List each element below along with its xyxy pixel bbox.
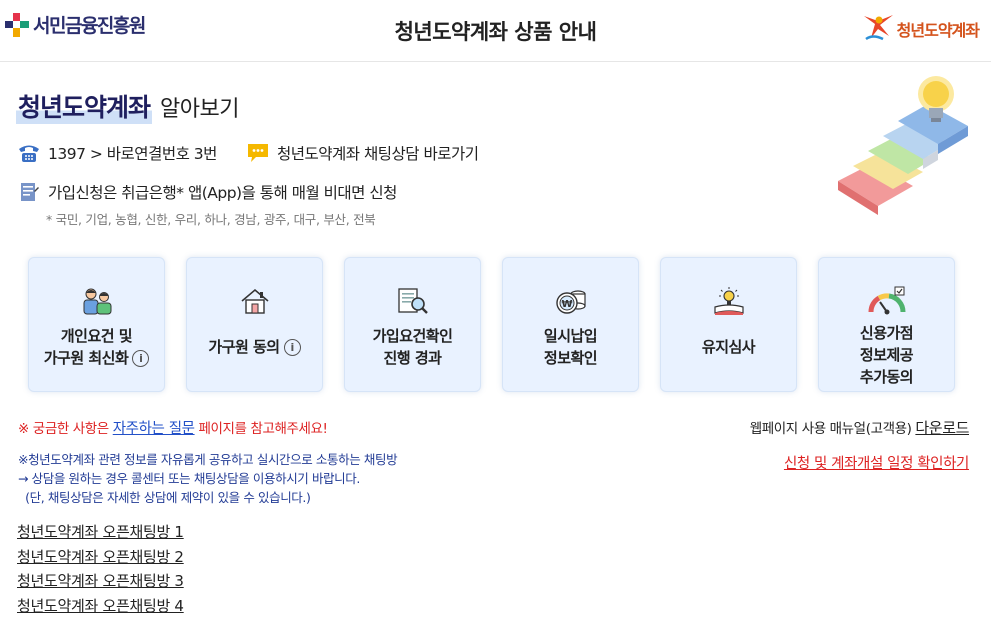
manual-download-link[interactable]: 다운로드 (915, 419, 969, 437)
manual-text: 웹페이지 사용 매뉴얼(고객용) (749, 421, 916, 437)
card-5-line-1: 유지심사 (701, 337, 756, 356)
star-person-icon (861, 12, 895, 46)
service-card-row: 개인요건 및 가구원 최신화 i 가구원 동의 i 가입요건확인 진행 경과 ₩… (28, 257, 955, 392)
open-chat-notice-line-1: ※청년도약계좌 관련 정보를 자유롭게 공유하고 실시간으로 소통하는 채팅방 (18, 452, 398, 467)
card-1-line-1: 개인요건 및 (60, 326, 133, 345)
document-icon (17, 180, 41, 204)
card-4-line-2: 정보확인 (543, 348, 598, 367)
open-chat-link-4[interactable]: 청년도약계좌 오픈채팅방 4 (17, 594, 184, 619)
chat-consult-text: 청년도약계좌 채팅상담 바로가기 (277, 145, 479, 163)
youth-account-logo[interactable]: 청년도약계좌 (861, 12, 980, 46)
intro-heading-strong: 청년도약계좌 (16, 88, 153, 124)
open-chat-link-3[interactable]: 청년도약계좌 오픈채팅방 3 (17, 569, 184, 594)
phone-text: 1397 > 바로연결번호 3번 (48, 145, 217, 163)
partner-banks-note: * 국민, 기업, 농협, 신한, 우리, 하나, 경남, 광주, 대구, 부산… (46, 212, 376, 227)
card-credit-score-consent[interactable]: 신용가점 정보제공 추가동의 (818, 257, 955, 392)
header-bar: 서민금융진흥원 청년도약계좌 상품 안내 청년도약계좌 (0, 0, 991, 62)
intro-heading-rest: 알아보기 (160, 97, 239, 122)
house-icon (240, 286, 270, 316)
faq-link[interactable]: 자주하는 질문 (113, 421, 195, 437)
card-6-line-1: 신용가점 (859, 324, 914, 342)
telephone-icon (17, 141, 41, 165)
card-4-line-1: 일시납입 (543, 326, 598, 345)
coin-icon: ₩ (554, 286, 588, 316)
card-3-line-2: 진행 경과 (383, 348, 442, 367)
svg-text:₩: ₩ (561, 299, 572, 310)
open-chat-notice: ※청년도약계좌 관련 정보를 자유롭게 공유하고 실시간으로 소통하는 채팅방 … (18, 450, 398, 507)
card-1-line-2: 가구원 최신화 (43, 348, 129, 367)
youth-account-logo-text: 청년도약계좌 (896, 21, 980, 40)
faq-prefix: ※ 궁금한 사항은 (18, 421, 113, 437)
info-icon[interactable]: i (132, 349, 150, 367)
chat-bubble-icon (246, 141, 270, 165)
card-lump-sum-payment[interactable]: ₩ 일시납입 정보확인 (502, 257, 639, 392)
card-6-line-2: 정보제공 (859, 346, 914, 364)
open-chat-links: 청년도약계좌 오픈채팅방 1 청년도약계좌 오픈채팅방 2 청년도약계좌 오픈채… (17, 520, 184, 618)
schedule-check-link[interactable]: 신청 및 계좌개설 일정 확인하기 (784, 452, 969, 473)
lightbulb-book-icon (712, 286, 746, 316)
open-chat-notice-line-2: → 상담을 원하는 경우 콜센터 또는 채팅상담을 이용하시기 바랍니다. (18, 471, 360, 486)
manual-download-line: 웹페이지 사용 매뉴얼(고객용) 다운로드 (749, 417, 970, 438)
info-icon[interactable]: i (283, 338, 301, 356)
page-title: 청년도약계좌 상품 안내 (394, 20, 597, 44)
phone-info: 1397 > 바로연결번호 3번 (17, 141, 217, 165)
document-search-icon (396, 286, 430, 316)
faq-notice: ※ 궁금한 사항은 자주하는 질문 페이지를 참고해주세요! (18, 417, 328, 438)
hero-stairs-lightbulb-illustration (828, 66, 978, 216)
faq-suffix: 페이지를 참고해주세요! (194, 421, 328, 437)
people-icon (80, 286, 114, 316)
card-household-consent[interactable]: 가구원 동의 i (186, 257, 323, 392)
apply-info: 가입신청은 취급은행* 앱(App)을 통해 매월 비대면 신청 (17, 180, 397, 204)
intro-heading: 청년도약계좌 알아보기 (16, 88, 239, 124)
chat-consult-link[interactable]: 청년도약계좌 채팅상담 바로가기 (246, 141, 479, 165)
credit-gauge-icon (867, 286, 907, 316)
card-eligibility-progress[interactable]: 가입요건확인 진행 경과 (344, 257, 481, 392)
apply-text: 가입신청은 취급은행* 앱(App)을 통해 매월 비대면 신청 (48, 184, 397, 202)
card-maintenance-review[interactable]: 유지심사 (660, 257, 797, 392)
open-chat-notice-line-3: (단, 채팅상담은 자세한 상담에 제약이 있을 수 있습니다.) (18, 490, 311, 505)
card-personal-household-update[interactable]: 개인요건 및 가구원 최신화 i (28, 257, 165, 392)
card-3-line-1: 가입요건확인 (372, 326, 453, 345)
card-2-line-1: 가구원 동의 (208, 337, 280, 356)
open-chat-link-2[interactable]: 청년도약계좌 오픈채팅방 2 (17, 545, 184, 570)
card-6-line-3: 추가동의 (859, 368, 914, 386)
open-chat-link-1[interactable]: 청년도약계좌 오픈채팅방 1 (17, 520, 184, 545)
